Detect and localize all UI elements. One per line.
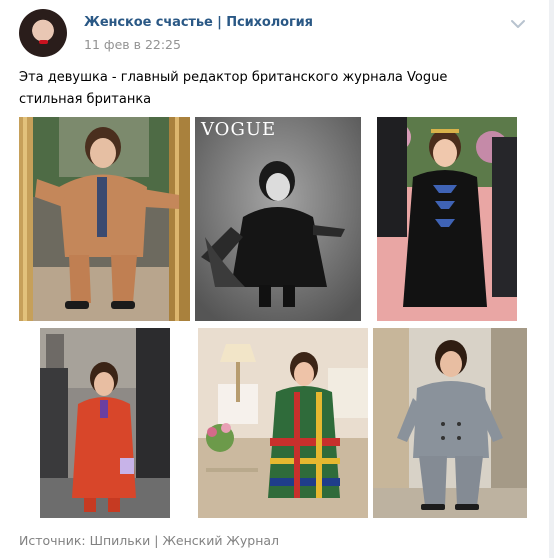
- source-prefix: Источник:: [19, 533, 86, 548]
- post-card: Женское счастье | Психология 11 фев в 22…: [0, 0, 549, 558]
- post-author-link[interactable]: Женское счастье | Психология: [84, 15, 313, 30]
- vogue-masthead: VOGUE: [201, 119, 277, 140]
- post-photo-5[interactable]: [198, 328, 368, 518]
- post-photo-4[interactable]: [40, 328, 170, 518]
- post-photo-6[interactable]: [373, 328, 527, 518]
- post-photo-2[interactable]: VOGUE: [195, 117, 361, 321]
- scrollbar-track[interactable]: [549, 0, 554, 558]
- post-source: Источник: Шпильки | Женский Журнал: [19, 533, 279, 548]
- chevron-down-icon[interactable]: [510, 17, 526, 31]
- avatar-lips: [39, 40, 48, 44]
- post-text-line: стильная британка: [19, 92, 152, 107]
- post-photo-1[interactable]: [19, 117, 190, 321]
- avatar[interactable]: [19, 9, 67, 57]
- post-date-link[interactable]: 11 фев в 22:25: [84, 37, 181, 52]
- post-text-line: Эта девушка - главный редактор британско…: [19, 70, 448, 85]
- post-photo-3[interactable]: [377, 117, 517, 321]
- source-link[interactable]: Шпильки | Женский Журнал: [90, 533, 279, 548]
